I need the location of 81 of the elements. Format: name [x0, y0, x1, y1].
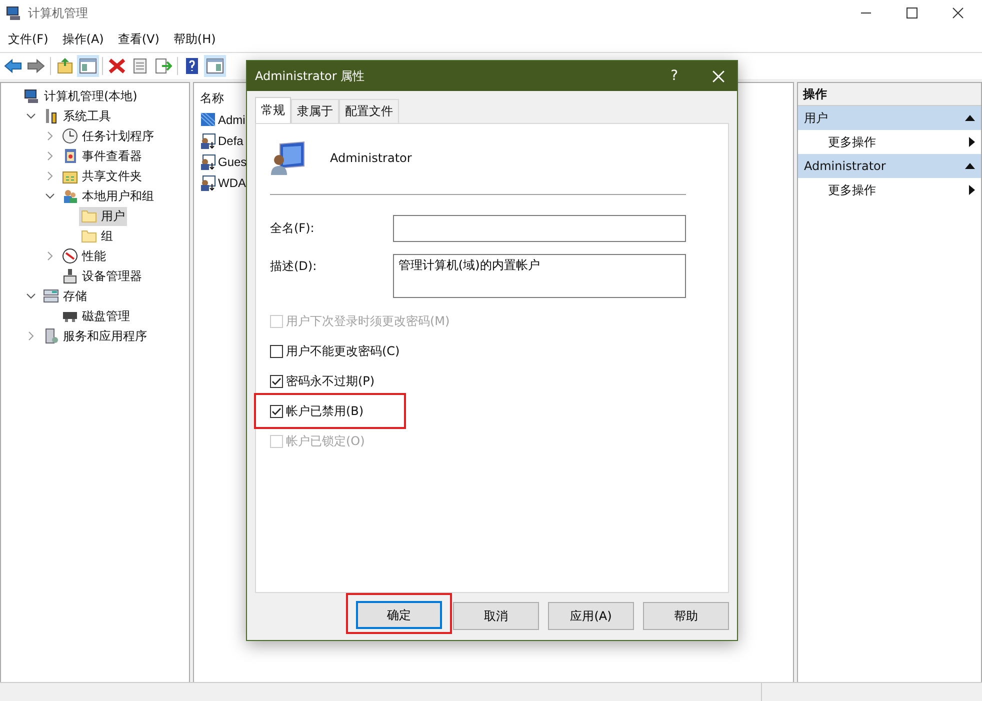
chevron-down-icon[interactable] — [45, 191, 55, 201]
toolbar-button[interactable] — [204, 55, 226, 77]
tree-item[interactable]: 磁盘管理 — [60, 306, 132, 326]
checkbox-label[interactable]: 密码永不过期(P) — [286, 372, 375, 390]
computer-icon — [6, 5, 22, 21]
tree-item[interactable]: 性能 — [60, 246, 108, 266]
storage-icon — [43, 288, 59, 304]
user-name: Administrator — [330, 151, 412, 165]
collapse-triangle-icon[interactable] — [965, 114, 975, 122]
tree-item[interactable]: 用户 — [79, 206, 127, 226]
column-header[interactable]: 名称 — [200, 87, 224, 109]
chevron-right-icon[interactable] — [26, 331, 36, 341]
tree-item[interactable]: 组 — [79, 226, 115, 246]
help-button[interactable]: ? — [670, 68, 678, 84]
folder-icon — [81, 228, 97, 244]
field-label: 全名(F): — [270, 220, 316, 237]
toolbar-button[interactable] — [77, 55, 99, 77]
chevron-right-icon[interactable] — [45, 151, 55, 161]
tab[interactable]: 隶属于 — [291, 99, 339, 123]
chevron-down-icon[interactable] — [26, 111, 36, 121]
checkbox-label[interactable]: 帐户已禁用(B) — [286, 402, 364, 420]
menu-item[interactable]: 查看(V) — [118, 30, 160, 48]
checkbox[interactable] — [270, 344, 283, 358]
user-icon — [200, 132, 216, 148]
tools-icon — [43, 108, 59, 124]
checkbox-label[interactable]: 用户不能更改密码(C) — [286, 342, 400, 360]
chevron-right-icon[interactable] — [45, 171, 55, 181]
list-item-name[interactable]: WDA — [218, 176, 246, 190]
chevron-right-icon[interactable] — [45, 131, 55, 141]
submenu-arrow-icon — [969, 185, 975, 195]
gauge-icon — [62, 248, 78, 264]
log-icon — [62, 148, 78, 164]
menu-item[interactable]: 帮助(H) — [173, 30, 216, 48]
tree-item[interactable]: 共享文件夹 — [60, 166, 144, 186]
list-item-name[interactable]: Defa — [218, 134, 244, 148]
dialog-button[interactable]: 帮助 — [643, 602, 729, 630]
tab[interactable]: 常规 — [255, 97, 291, 123]
collapse-triangle-icon[interactable] — [965, 162, 975, 170]
tree-item[interactable]: 服务和应用程序 — [41, 326, 149, 346]
tree-item[interactable]: 设备管理器 — [60, 266, 144, 286]
action-item[interactable]: 更多操作 — [798, 178, 981, 202]
dialog-button[interactable]: 取消 — [453, 602, 539, 630]
full-name-field[interactable] — [393, 215, 686, 242]
description-field[interactable]: 管理计算机(域)的内置帐户 — [393, 254, 686, 298]
tab[interactable]: 配置文件 — [339, 99, 399, 123]
tree-item[interactable]: 任务计划程序 — [60, 126, 156, 146]
window-title: 计算机管理 — [28, 4, 88, 22]
maximize-icon[interactable] — [906, 7, 918, 19]
admin-user-icon — [200, 112, 216, 128]
chevron-down-icon[interactable] — [26, 291, 36, 301]
user-account-icon — [270, 140, 306, 176]
actions-section-header[interactable]: 用户 — [798, 106, 981, 130]
dialog-button[interactable]: 应用(A) — [548, 602, 634, 630]
tree-item[interactable]: 存储 — [41, 286, 89, 306]
menu-item[interactable]: 操作(A) — [62, 30, 104, 48]
submenu-arrow-icon — [969, 137, 975, 147]
actions-section-header[interactable]: Administrator — [798, 154, 981, 178]
tree-item[interactable]: 计算机管理(本地) — [22, 86, 140, 106]
folder-icon — [81, 208, 97, 224]
dialog-button[interactable]: 确定 — [356, 601, 442, 629]
close-icon[interactable] — [952, 7, 964, 19]
server-icon — [43, 328, 59, 344]
chevron-right-icon[interactable] — [45, 251, 55, 261]
field-label: 描述(D): — [270, 258, 318, 275]
computer-icon — [24, 88, 40, 104]
tree-item[interactable]: 系统工具 — [41, 106, 113, 126]
tree-item[interactable]: 本地用户和组 — [60, 186, 156, 206]
tree-item[interactable]: 事件查看器 — [60, 146, 144, 166]
user-icon — [200, 174, 216, 190]
clock-icon — [62, 128, 78, 144]
dialog-title: Administrator 属性 — [255, 68, 365, 84]
checkbox[interactable] — [270, 374, 283, 388]
action-item[interactable]: 更多操作 — [798, 130, 981, 154]
user-icon — [200, 154, 216, 170]
checkbox[interactable] — [270, 404, 283, 418]
menu-item[interactable]: 文件(F) — [8, 30, 48, 48]
device-icon — [62, 268, 78, 284]
users-icon — [62, 188, 78, 204]
actions-header: 操作 — [798, 83, 981, 106]
list-item-name[interactable]: Gues — [218, 154, 247, 168]
list-item-name[interactable]: Admi — [218, 112, 246, 126]
